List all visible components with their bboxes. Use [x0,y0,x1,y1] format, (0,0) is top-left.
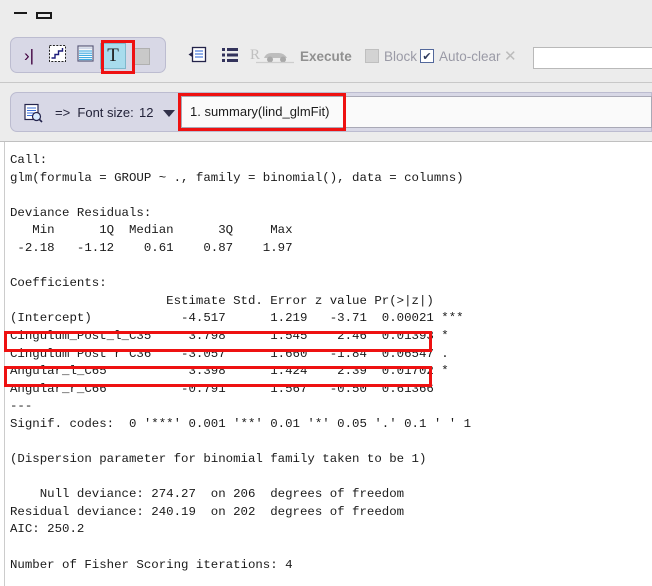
document-search-icon [23,103,43,123]
sidebar-item-text[interactable]: T [100,43,126,69]
console-text: Call: glm(formula = GROUP ~ ., family = … [10,153,472,572]
list-button[interactable] [220,41,240,71]
list-icon [220,45,240,68]
autoclear-check-glyph: ✔ [422,50,432,63]
indent-button[interactable] [188,41,208,71]
autoclear-label: Auto-clear [439,48,501,64]
text-tab-label: T [107,45,119,66]
title-bar [0,0,652,30]
sidebar-item-table[interactable] [72,43,98,69]
application-window: ›| T R Execute Block ✔ Auto-clear ✕ => F… [0,0,652,586]
close-button[interactable]: ✕ [504,41,517,71]
minimize-icon[interactable] [14,12,27,14]
r-car-icon: R [250,44,296,69]
script-arrow-icon: ›| [23,46,35,65]
svg-text:R: R [250,47,260,63]
plot-icon [48,44,67,68]
indent-icon [188,45,208,68]
chevron-down-icon[interactable] [163,110,175,117]
command-value: 1. summary(lind_glmFit) [190,104,330,119]
block-checkbox[interactable]: Block [365,41,417,71]
close-icon: ✕ [504,48,517,65]
sidebar-item-blank[interactable] [128,43,154,69]
search-input[interactable] [533,47,652,69]
maximize-icon[interactable] [36,12,52,19]
sidebar-item-script[interactable]: ›| [16,43,42,69]
autoclear-checkbox[interactable]: ✔ Auto-clear [420,41,501,71]
blank-square-icon [132,47,150,65]
execute-label: Execute [300,48,352,64]
block-label: Block [384,48,418,64]
view-tab-group: ›| T [10,37,166,73]
autoclear-checkbox-box: ✔ [420,49,434,63]
block-checkbox-box [365,49,379,63]
execute-button[interactable]: R Execute [250,41,352,71]
console-output-panel[interactable]: Call: glm(formula = GROUP ~ ., family = … [0,141,652,586]
sidebar-item-plot[interactable] [44,43,70,69]
font-size-label: => Font size: [55,105,134,120]
font-size-value: 12 [139,105,154,120]
table-icon [76,44,95,68]
